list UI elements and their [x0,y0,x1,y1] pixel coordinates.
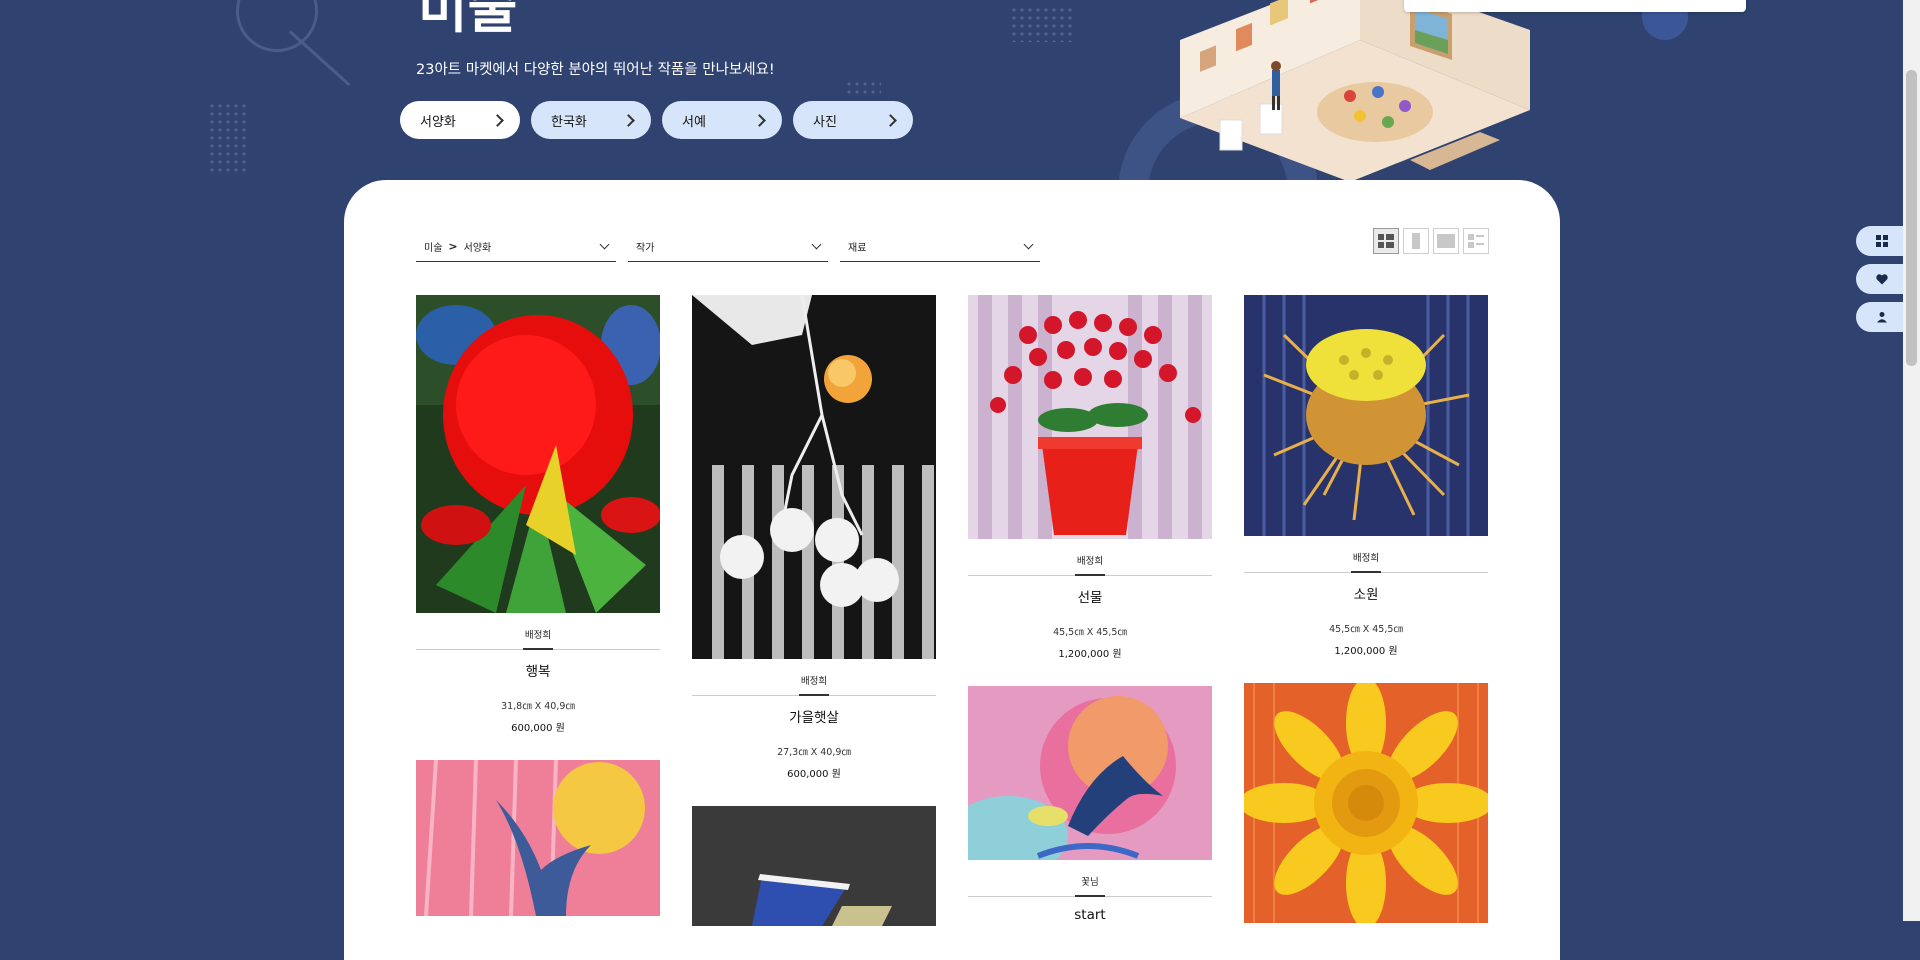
artwork-price: 600,000 원 [511,723,565,734]
artwork-card[interactable]: 배정희 행복 31,8㎝ X 40,9㎝ 600,000 원 [416,295,661,734]
artwork-artist [1244,937,1488,943]
artwork-image [948,686,1212,876]
artwork-artist: 꽃님 [1081,877,1099,888]
grid-view-icon [1378,234,1394,248]
heart-icon [1876,273,1888,284]
artwork-artist: 배정희 [1076,556,1104,567]
artwork-card[interactable] [416,759,660,936]
artist-filter-label: 작가 [636,243,655,254]
artwork-price: 600,000 원 [787,769,841,780]
chevron-down-icon [1023,239,1034,250]
decorative-dots [845,80,881,98]
large-view-button[interactable] [1433,228,1459,254]
decorative-dots [1010,6,1074,42]
chevron-right-icon [753,113,766,127]
artwork-card[interactable] [1239,678,1493,943]
category-korean-painting-button[interactable]: 한국화 [531,101,651,139]
decorative-line [288,30,351,87]
artwork-artist: 배정희 [800,676,828,687]
artwork-card[interactable]: 꽃님 start [948,686,1212,923]
artist-filter-select[interactable]: 작가 [628,232,828,262]
artwork-card[interactable]: 배정희 가을햇살 27,3㎝ X 40,9㎝ 600,000 원 [692,294,936,780]
chevron-right-icon [491,113,504,127]
single-column-icon [1412,233,1420,249]
gallery-illustration [1180,0,1530,182]
category-label: 한국화 [551,114,587,130]
artwork-artist [416,930,660,936]
chevron-down-icon [599,239,610,250]
artwork-image [416,295,661,613]
artwork-list-card: 미술 > 서양화 작가 재료 배정희 행복 31,8㎝ X 40,9㎝ 600,… [344,180,1560,960]
category-calligraphy-button[interactable]: 서예 [662,101,782,139]
artwork-size: 45,5㎝ X 45,5㎝ [1329,624,1403,635]
artwork-size: 27,3㎝ X 40,9㎝ [777,747,851,758]
page-subtitle: 23아트 마켓에서 다양한 분야의 뛰어난 작품을 만나보세요! [416,62,775,78]
divider [1244,571,1488,573]
category-photo-button[interactable]: 사진 [793,101,913,139]
single-column-view-button[interactable] [1403,228,1429,254]
chevron-right-icon [622,113,635,127]
artwork-card[interactable]: 배정희 선물 45,5㎝ X 45,5㎝ 1,200,000 원 [968,295,1212,660]
filter-bar: 미술 > 서양화 작가 재료 [416,232,1040,262]
quick-menu-wishlist-button[interactable] [1856,264,1908,294]
artwork-size: 31,8㎝ X 40,9㎝ [501,701,575,712]
category-filter-select[interactable]: 미술 > 서양화 [416,232,616,262]
divider [968,895,1212,897]
artwork-price: 1,200,000 원 [1334,646,1398,657]
grid-view-button[interactable] [1373,228,1399,254]
artwork-image [692,806,936,926]
artwork-image [1239,678,1493,928]
artwork-price: 1,200,000 원 [1058,649,1122,660]
list-view-button[interactable] [1463,228,1489,254]
artwork-image [968,295,1212,539]
search-dropdown-panel [1404,0,1746,12]
chevron-right-icon [884,113,897,127]
artwork-artist [692,940,936,946]
divider [692,694,936,696]
category-tabs: 서양화 한국화 서예 사진 [400,101,913,139]
material-filter-label: 재료 [848,243,867,254]
artwork-image [416,759,660,917]
divider [416,648,660,650]
decorative-dots [208,102,250,172]
category-label: 사진 [813,114,837,130]
scrollbar-thumb[interactable] [1906,70,1917,366]
artwork-size: 45,5㎝ X 45,5㎝ [1053,627,1127,638]
breadcrumb-root: 미술 [424,243,443,254]
artwork-card[interactable] [692,806,936,946]
artwork-title: 선물 [1077,590,1103,606]
artwork-card[interactable]: 배정희 소원 45,5㎝ X 45,5㎝ 1,200,000 원 [1244,295,1488,657]
material-filter-select[interactable]: 재료 [840,232,1040,262]
view-mode-switcher [1373,228,1489,254]
chevron-down-icon [811,239,822,250]
artwork-title: 행복 [525,664,551,680]
divider [968,574,1212,576]
category-label: 서양화 [420,114,456,130]
artwork-image [1244,295,1488,536]
grid-icon [1876,235,1888,247]
artwork-image [692,294,936,659]
list-view-icon [1468,234,1484,248]
artwork-artist: 배정희 [524,630,552,641]
breadcrumb-current: 서양화 [463,243,492,254]
large-view-icon [1437,234,1455,248]
side-quick-menu [1856,226,1908,332]
category-western-painting-button[interactable]: 서양화 [400,101,520,139]
artwork-title: 가을햇살 [789,710,839,726]
quick-menu-account-button[interactable] [1856,302,1908,332]
user-icon [1877,312,1887,323]
artwork-artist: 배정희 [1352,553,1380,564]
artwork-title: 소원 [1353,587,1379,603]
breadcrumb-separator: > [448,240,458,253]
page-scrollbar[interactable] [1903,0,1920,921]
page-title: 미술 [418,0,518,40]
quick-menu-grid-button[interactable] [1856,226,1908,256]
category-label: 서예 [682,114,706,130]
